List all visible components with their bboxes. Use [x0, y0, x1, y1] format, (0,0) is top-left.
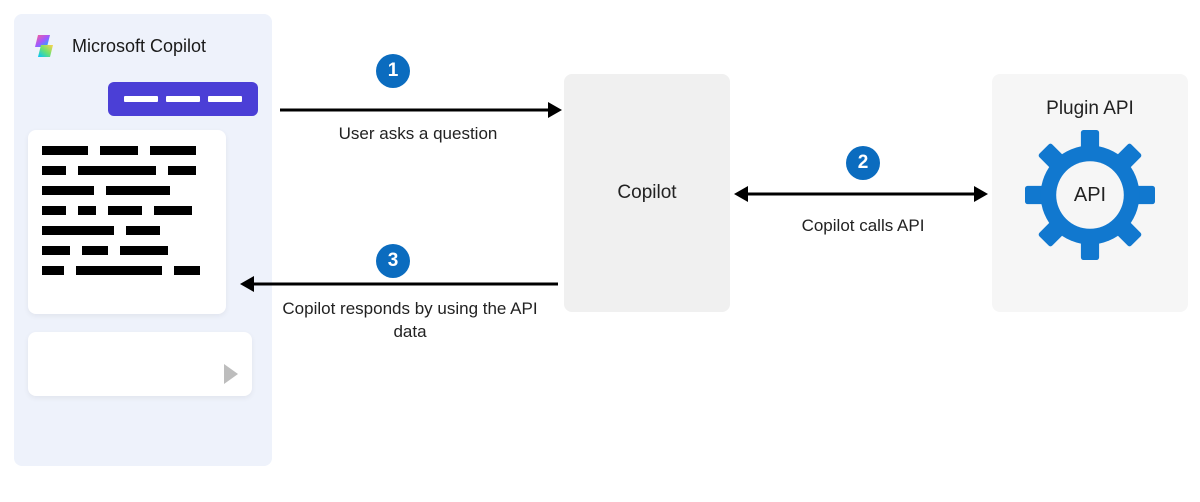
copilot-node: Copilot: [564, 74, 730, 312]
plugin-api-title: Plugin API: [1046, 98, 1134, 120]
step-1-label: User asks a question: [318, 124, 518, 144]
arrow-step-2: [734, 182, 988, 206]
plugin-api-node: Plugin API API: [992, 74, 1188, 312]
chat-input-box[interactable]: [28, 332, 252, 396]
gear-icon: API: [1025, 130, 1155, 260]
arrow-step-3: [240, 272, 558, 296]
text-placeholder-bar: [208, 96, 242, 102]
gear-center-label: API: [1074, 184, 1106, 207]
arrow-step-1: [280, 98, 562, 122]
step-3-label: Copilot responds by using the API data: [280, 298, 540, 344]
step-3-number: 3: [388, 250, 399, 272]
copilot-node-label: Copilot: [617, 182, 676, 204]
user-message-bubble: [108, 82, 258, 116]
copilot-logo-icon: [28, 30, 60, 62]
assistant-response-card: [28, 130, 226, 314]
panel-title: Microsoft Copilot: [72, 36, 206, 57]
step-1-badge: 1: [376, 54, 410, 88]
send-icon[interactable]: [224, 364, 238, 384]
step-2-number: 2: [858, 152, 869, 174]
text-placeholder-bar: [124, 96, 158, 102]
panel-header: Microsoft Copilot: [28, 30, 258, 62]
step-2-badge: 2: [846, 146, 880, 180]
text-placeholder-bar: [166, 96, 200, 102]
step-2-label: Copilot calls API: [788, 216, 938, 236]
copilot-chat-panel: Microsoft Copilot: [14, 14, 272, 466]
step-1-number: 1: [388, 60, 399, 82]
